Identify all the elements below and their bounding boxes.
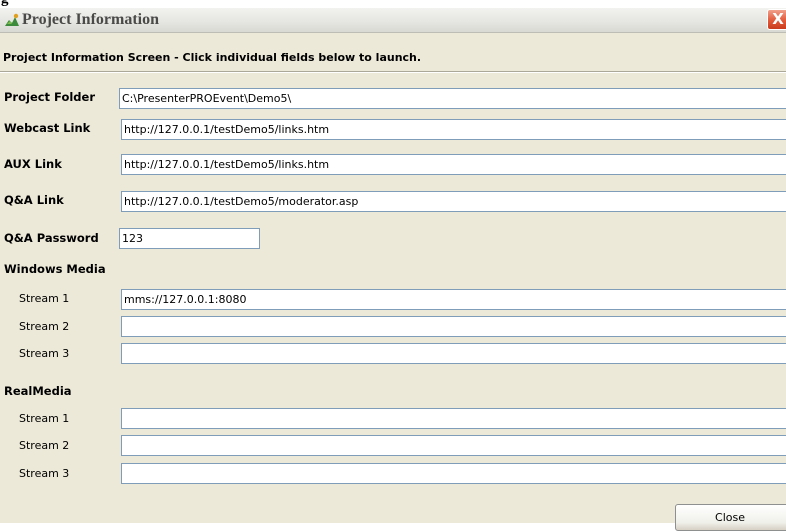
qa-link-field[interactable]: http://127.0.0.1/testDemo5/moderator.asp bbox=[121, 191, 786, 212]
title-bar[interactable]: Project Information X bbox=[0, 8, 786, 33]
windows-media-heading: Windows Media bbox=[4, 262, 106, 276]
wm-stream-1-label: Stream 1 bbox=[19, 292, 70, 305]
background-window-glyph: g bbox=[1, 0, 9, 8]
heading-divider bbox=[0, 71, 786, 73]
close-button-label: Close bbox=[715, 511, 745, 524]
aux-link-label: AUX Link bbox=[4, 157, 62, 171]
close-button[interactable]: Close bbox=[675, 504, 786, 531]
realmedia-heading: RealMedia bbox=[4, 384, 72, 398]
rm-stream-1-label: Stream 1 bbox=[19, 412, 70, 425]
wm-stream-3-field[interactable] bbox=[121, 343, 786, 364]
rm-stream-3-label: Stream 3 bbox=[19, 467, 70, 480]
rm-stream-3-field[interactable] bbox=[121, 463, 786, 484]
webcast-link-field[interactable]: http://127.0.0.1/testDemo5/links.htm bbox=[121, 119, 786, 140]
project-folder-label: Project Folder bbox=[4, 90, 95, 104]
window-title: Project Information bbox=[22, 11, 159, 28]
wm-stream-2-field[interactable] bbox=[121, 316, 786, 337]
rm-stream-1-field[interactable] bbox=[121, 408, 786, 429]
wm-stream-3-label: Stream 3 bbox=[19, 347, 70, 360]
qa-password-label: Q&A Password bbox=[4, 231, 99, 245]
rm-stream-2-field[interactable] bbox=[121, 435, 786, 456]
wm-stream-1-field[interactable]: mms://127.0.0.1:8080 bbox=[121, 289, 786, 310]
project-information-window: Project Information X Project Informatio… bbox=[0, 8, 786, 531]
rm-stream-2-label: Stream 2 bbox=[19, 439, 70, 452]
project-app-icon bbox=[5, 13, 19, 26]
wm-stream-2-label: Stream 2 bbox=[19, 320, 70, 333]
aux-link-field[interactable]: http://127.0.0.1/testDemo5/links.htm bbox=[121, 154, 786, 175]
project-folder-field[interactable]: C:\PresenterPROEvent\Demo5\ bbox=[119, 88, 786, 109]
qa-password-field[interactable]: 123 bbox=[119, 228, 260, 249]
qa-link-label: Q&A Link bbox=[4, 193, 64, 207]
webcast-link-label: Webcast Link bbox=[4, 121, 91, 135]
close-icon[interactable]: X bbox=[767, 9, 786, 30]
screen-heading: Project Information Screen - Click indiv… bbox=[3, 51, 422, 64]
background-window-edge: g bbox=[0, 0, 786, 8]
